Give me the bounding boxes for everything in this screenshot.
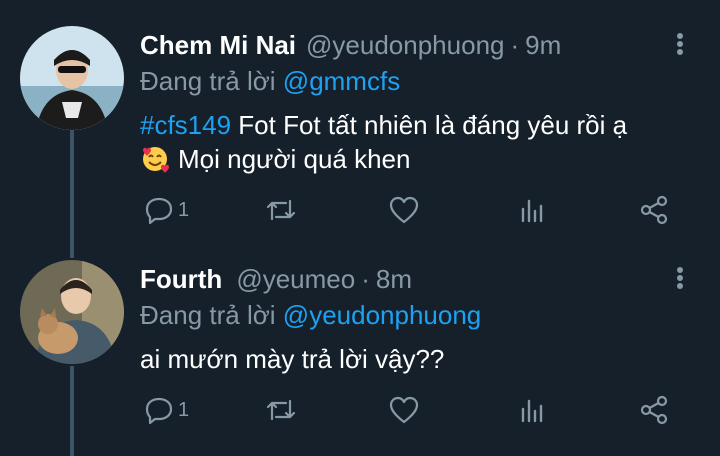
tweet-actions: 1 bbox=[140, 394, 680, 426]
reply-prefix: Đang trả lời bbox=[140, 66, 276, 96]
user-handle[interactable]: @yeumeo bbox=[236, 264, 355, 295]
analytics-icon bbox=[521, 399, 543, 423]
separator: · bbox=[510, 30, 520, 60]
display-name[interactable]: Fourth bbox=[140, 264, 222, 295]
share-icon bbox=[640, 195, 668, 225]
reply-prefix: Đang trả lời bbox=[140, 300, 276, 330]
reply-count: 1 bbox=[178, 398, 190, 421]
more-icon[interactable] bbox=[676, 267, 684, 289]
reply-context: Đang trả lời @yeudonphuong bbox=[140, 300, 481, 331]
reply-mention[interactable]: @yeudonphuong bbox=[283, 300, 481, 330]
tweet-text-line: Fot Fot tất nhiên là đáng yêu rồi ạ bbox=[231, 110, 628, 140]
share-icon bbox=[640, 395, 668, 425]
retweet-button[interactable] bbox=[264, 394, 298, 426]
like-button[interactable] bbox=[388, 194, 420, 226]
smiling-face-with-hearts-icon bbox=[140, 143, 170, 173]
more-icon[interactable] bbox=[676, 33, 684, 55]
timestamp[interactable]: 8m bbox=[376, 264, 412, 295]
reply-mention[interactable]: @gmmcfs bbox=[283, 66, 400, 96]
tweet-text-line: Mọi người quá khen bbox=[178, 144, 411, 174]
tweet-actions: 1 bbox=[140, 194, 680, 226]
share-button[interactable] bbox=[638, 194, 670, 226]
tweet-text: ai mướn mày trả lời vậy?? bbox=[140, 342, 444, 376]
retweet-icon bbox=[266, 399, 296, 421]
display-name[interactable]: Chem Mi Nai bbox=[140, 30, 296, 61]
timestamp[interactable]: 9m bbox=[525, 30, 561, 61]
like-button[interactable] bbox=[388, 394, 420, 426]
reply-button[interactable]: 1 bbox=[144, 394, 189, 426]
hashtag[interactable]: #cfs149 bbox=[140, 110, 231, 140]
separator: · bbox=[361, 264, 370, 294]
user-handle[interactable]: @yeudonphuong bbox=[306, 30, 504, 61]
like-icon bbox=[389, 396, 419, 424]
tweet-text: #cfs149 Fot Fot tất nhiên là đáng yêu rồ… bbox=[140, 108, 627, 176]
tweet-text-line: ai mướn mày trả lời vậy?? bbox=[140, 344, 445, 374]
analytics-button[interactable] bbox=[516, 194, 546, 226]
analytics-icon bbox=[521, 199, 543, 223]
reply-context: Đang trả lời @gmmcfs bbox=[140, 66, 400, 97]
like-icon bbox=[389, 196, 419, 224]
avatar[interactable] bbox=[20, 260, 124, 364]
retweet-button[interactable] bbox=[264, 194, 298, 226]
tweet[interactable]: Chem Mi Nai @yeudonphuong · 9m Đang trả … bbox=[0, 0, 720, 258]
reply-count: 1 bbox=[178, 198, 190, 221]
retweet-icon bbox=[266, 199, 296, 221]
tweet[interactable]: Fourth @yeumeo · 8m Đang trả lời @yeudon… bbox=[0, 258, 720, 456]
reply-button[interactable]: 1 bbox=[144, 194, 189, 226]
reply-icon bbox=[145, 197, 173, 225]
share-button[interactable] bbox=[638, 394, 670, 426]
avatar[interactable] bbox=[20, 26, 124, 130]
analytics-button[interactable] bbox=[516, 394, 546, 426]
reply-icon bbox=[145, 397, 173, 425]
